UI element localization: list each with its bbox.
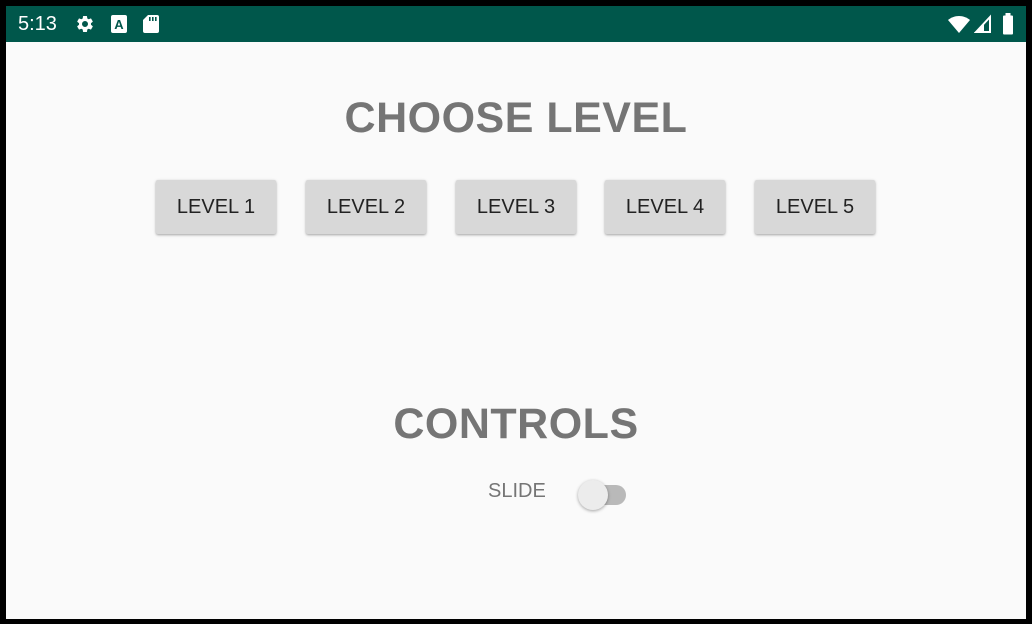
battery-icon [1002,13,1014,40]
status-time: 5:13 [18,13,57,35]
app-screen: 5:13 A CHOOSE LEVEL LEVEL 1 LEVEL 2 LEVE… [6,6,1026,619]
signal-icon [973,14,992,39]
level-3-button[interactable]: LEVEL 3 [456,180,576,234]
level-5-button[interactable]: LEVEL 5 [755,180,875,234]
svg-text:A: A [114,17,124,32]
choose-level-title: CHOOSE LEVEL [344,94,688,142]
slide-switch[interactable] [578,476,628,510]
gear-icon [75,14,95,39]
sd-card-icon [143,14,159,39]
wifi-icon [948,14,970,39]
level-1-button[interactable]: LEVEL 1 [156,180,276,234]
slide-label: SLIDE [488,480,546,502]
level-2-button[interactable]: LEVEL 2 [306,180,426,234]
controls-title: CONTROLS [393,400,639,448]
level-4-button[interactable]: LEVEL 4 [605,180,725,234]
status-bar: 5:13 A [6,6,1026,42]
a-icon: A [110,14,128,39]
slide-switch-thumb[interactable] [578,480,608,510]
